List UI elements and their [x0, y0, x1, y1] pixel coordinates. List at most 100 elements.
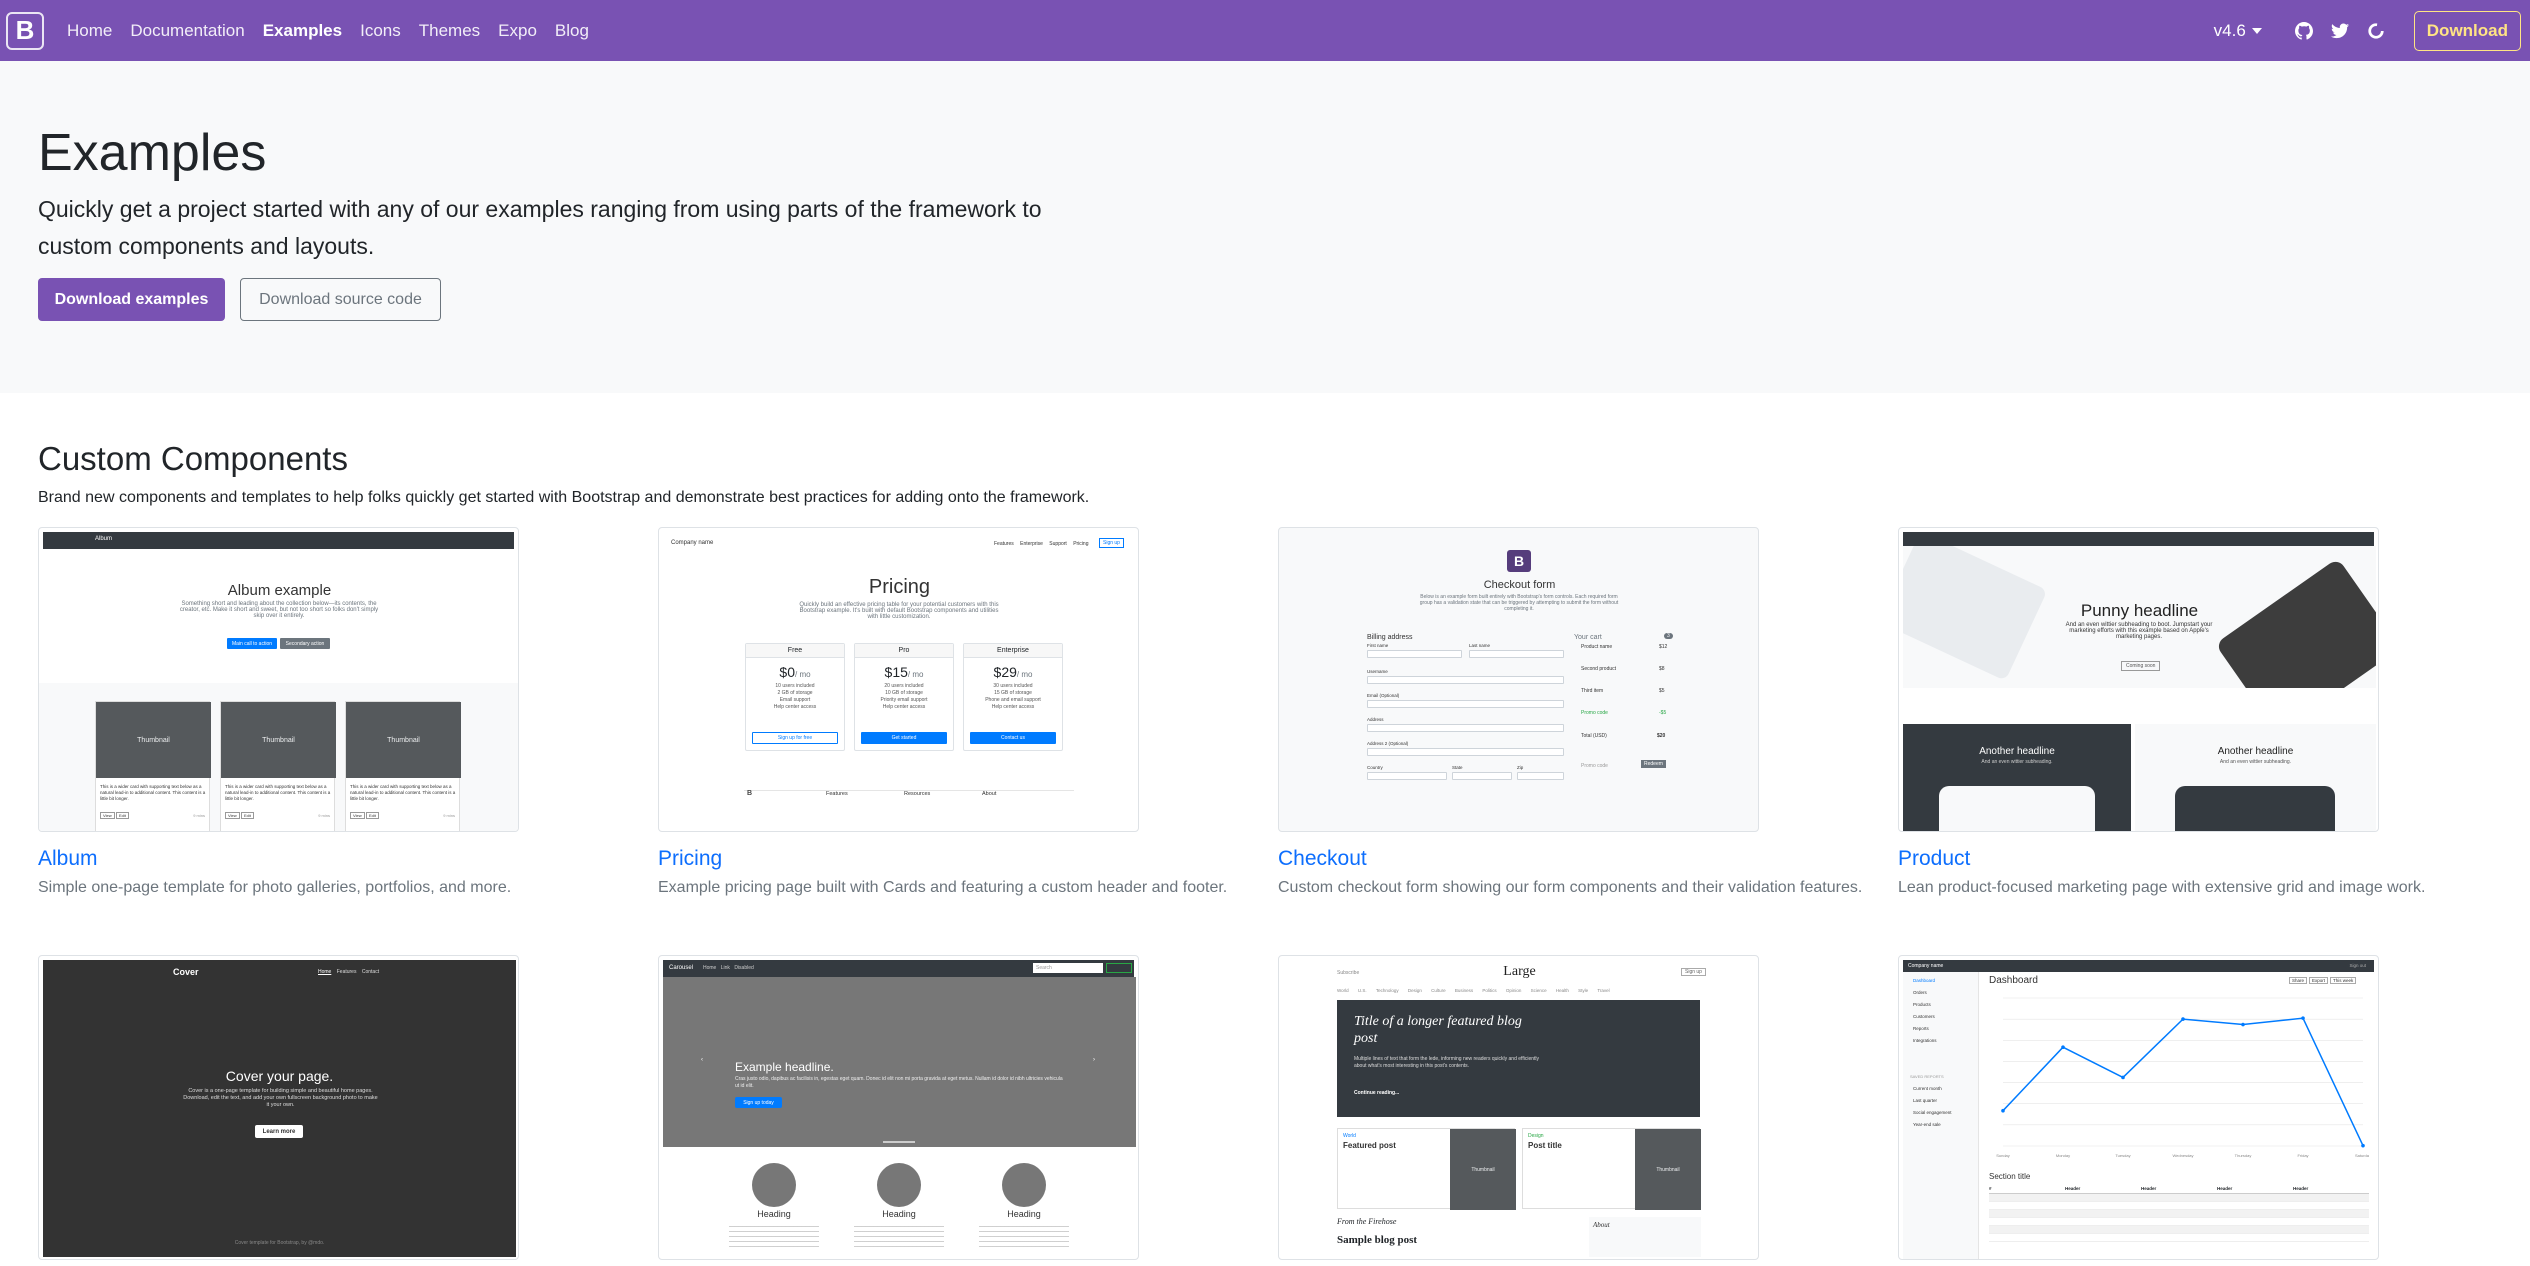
hero: Examples Quickly get a project started w…: [0, 61, 2530, 393]
blog-thumbnail[interactable]: Subscribe Large Sign up World U.S. Techn…: [1278, 955, 1759, 1260]
carousel-prev-icon: ‹: [701, 1057, 703, 1063]
blog-firehose: From the Firehose: [1337, 1217, 1397, 1226]
chart-x-tick: Monday: [2056, 1153, 2070, 1158]
download-button[interactable]: Download: [2413, 10, 2521, 51]
album-card-thumb: Thumbnail: [346, 702, 461, 778]
album-card: Thumbnail This is a wider card with suppo…: [95, 701, 211, 831]
dashboard-report-item: Social engagement: [1913, 1110, 1952, 1115]
chart-point: [2181, 1017, 2185, 1021]
album-text: Something short and leading about the co…: [179, 601, 379, 619]
album-card-text: This is a wider card with supporting tex…: [100, 784, 206, 801]
pricing-feature: 20 users included: [884, 683, 924, 689]
pricing-thumbnail[interactable]: Company name Features Enterprise Support…: [658, 527, 1139, 832]
example-title-checkout[interactable]: Checkout: [1278, 847, 1367, 871]
example-desc-product: Lean product-focused marketing page with…: [1898, 879, 2426, 896]
twitter-icon[interactable]: [2329, 20, 2351, 42]
chart-point: [2061, 1045, 2065, 1050]
dashboard-sidebar-item: Integrations: [1913, 1038, 1937, 1043]
pricing-card-pro: Pro $15/ mo 20 users included 10 GB of stor…: [854, 643, 954, 751]
nav-link-themes[interactable]: Themes: [410, 0, 489, 61]
pricing-feature: 2 GB of storage: [777, 690, 813, 696]
blog-post2-title: Post title: [1528, 1141, 1562, 1150]
product-dark-panel: Another headline And an even wittier sub…: [1903, 724, 2131, 831]
cover-learn-more: Learn more: [255, 1125, 303, 1138]
nav-link-expo[interactable]: Expo: [489, 0, 546, 61]
product-thumbnail[interactable]: Punny headline And an even wittier subhe…: [1898, 527, 2379, 832]
cover-nav-link: Contact: [361, 969, 380, 975]
checkout-label: State: [1452, 765, 1463, 770]
pricing-cta: Contact us: [970, 732, 1056, 744]
checkout-label: Username: [1367, 669, 1388, 674]
chart-series-line: [2002, 1017, 2364, 1146]
dashboard-table-row: [1989, 1234, 2369, 1242]
product-sub1: Another headline: [1979, 746, 2055, 757]
checkout-input: [1367, 724, 1564, 732]
bootstrap-logo[interactable]: B: [6, 11, 44, 50]
carousel-indicators: [883, 1141, 915, 1143]
carousel-nav-link: Home: [703, 965, 717, 971]
cover-bg: Cover Home Features Contact Cover your p…: [43, 960, 516, 1257]
section-description: Brand new components and templates to he…: [38, 489, 1090, 506]
carousel-col-text: [979, 1224, 1069, 1248]
hero-lead: Quickly get a project started with any o…: [38, 196, 1042, 259]
pricing-feature: 10 users included: [775, 683, 815, 689]
nav-link-icons[interactable]: Icons: [351, 0, 410, 61]
download-examples-button[interactable]: Download examples: [38, 278, 225, 321]
product-panel-box1: [1939, 786, 2095, 831]
cart-item-price: $12: [1659, 644, 1668, 650]
example-desc-pricing: Example pricing page built with Cards an…: [658, 879, 1228, 896]
opencollective-icon[interactable]: [2365, 20, 2387, 42]
redeem-button: Redeem: [1641, 760, 1666, 768]
dashboard-btn: This week: [2330, 977, 2357, 984]
product-heading: Punny headline: [2080, 601, 2199, 620]
example-desc-checkout: Custom checkout form showing our form co…: [1278, 879, 1863, 896]
cover-text: Cover is a one-page template for buildin…: [183, 1088, 378, 1108]
checkout-input: [1367, 650, 1462, 658]
dashboard-sidebar-item: Dashboard: [1913, 978, 1936, 983]
nav-link-home[interactable]: Home: [58, 0, 121, 61]
album-edit-btn: Edit: [366, 812, 379, 819]
pricing-feature: Priority email support: [880, 697, 928, 703]
dashboard-table-row: [1989, 1218, 2369, 1226]
dashboard-sidebar-item: Customers: [1913, 1014, 1935, 1019]
carousel-text: Cras justo odio, dapibus ac facilisis in…: [735, 1076, 1063, 1089]
product-light-panel: Another headline And an even wittier sub…: [2135, 724, 2376, 831]
checkout-input: [1469, 650, 1564, 658]
dashboard-thumbnail[interactable]: Company name Sign out SAVED REPORTS Dash…: [1898, 955, 2379, 1260]
dashboard-sidebar: SAVED REPORTS Dashboard Orders Products Cus…: [1903, 972, 1979, 1259]
pricing-per-month: / mo: [1016, 670, 1033, 679]
dashboard-report-item: Year-end sale: [1913, 1122, 1941, 1127]
album-mins: 9 mins: [193, 813, 205, 818]
example-title-pricing[interactable]: Pricing: [658, 847, 722, 871]
nav-link-examples[interactable]: Examples: [254, 0, 351, 61]
checkout-label: Address: [1367, 717, 1384, 722]
carousel-circle: [877, 1163, 921, 1207]
download-source-button[interactable]: Download source code: [240, 278, 441, 321]
dashboard-table: # Header Header Header Header: [1989, 1186, 2369, 1242]
pricing-feature: Help center access: [773, 704, 817, 710]
carousel-search: Search: [1033, 963, 1103, 973]
blog-post1-title: Featured post: [1343, 1141, 1396, 1150]
chevron-down-icon: [2251, 27, 2262, 34]
github-icon[interactable]: [2293, 20, 2315, 42]
version-dropdown[interactable]: v4.6: [2214, 21, 2262, 41]
pricing-company: Company name: [671, 540, 714, 546]
example-title-album[interactable]: Album: [38, 847, 98, 871]
example-title-product[interactable]: Product: [1898, 847, 1970, 871]
album-card-thumb: Thumbnail: [96, 702, 211, 778]
dashboard-btn: Export: [2309, 977, 2329, 984]
pricing-plan-price: $0/ mo: [746, 664, 844, 680]
dashboard-navbar: Company name Sign out: [1903, 960, 2374, 972]
nav-link-blog[interactable]: Blog: [546, 0, 598, 61]
nav-link-documentation[interactable]: Documentation: [121, 0, 253, 61]
album-thumbnail[interactable]: Album Album example Something short and …: [38, 527, 519, 832]
pricing-footer-heading: Features: [826, 791, 848, 797]
blog-post-card-2: Design Post title Thumbnail: [1522, 1128, 1701, 1210]
checkout-thumbnail[interactable]: B Checkout form Below is an example form…: [1278, 527, 1759, 832]
carousel-thumbnail[interactable]: Carousel Home Link Disabled Search ‹ › E…: [658, 955, 1139, 1260]
pricing-signup: Sign up: [1099, 538, 1124, 548]
pricing-plan-name: Pro: [855, 644, 953, 658]
carousel-col-heading: Heading: [1007, 1209, 1041, 1219]
cover-thumbnail[interactable]: Cover Home Features Contact Cover your p…: [38, 955, 519, 1260]
pricing-footer-heading: About: [982, 791, 997, 797]
